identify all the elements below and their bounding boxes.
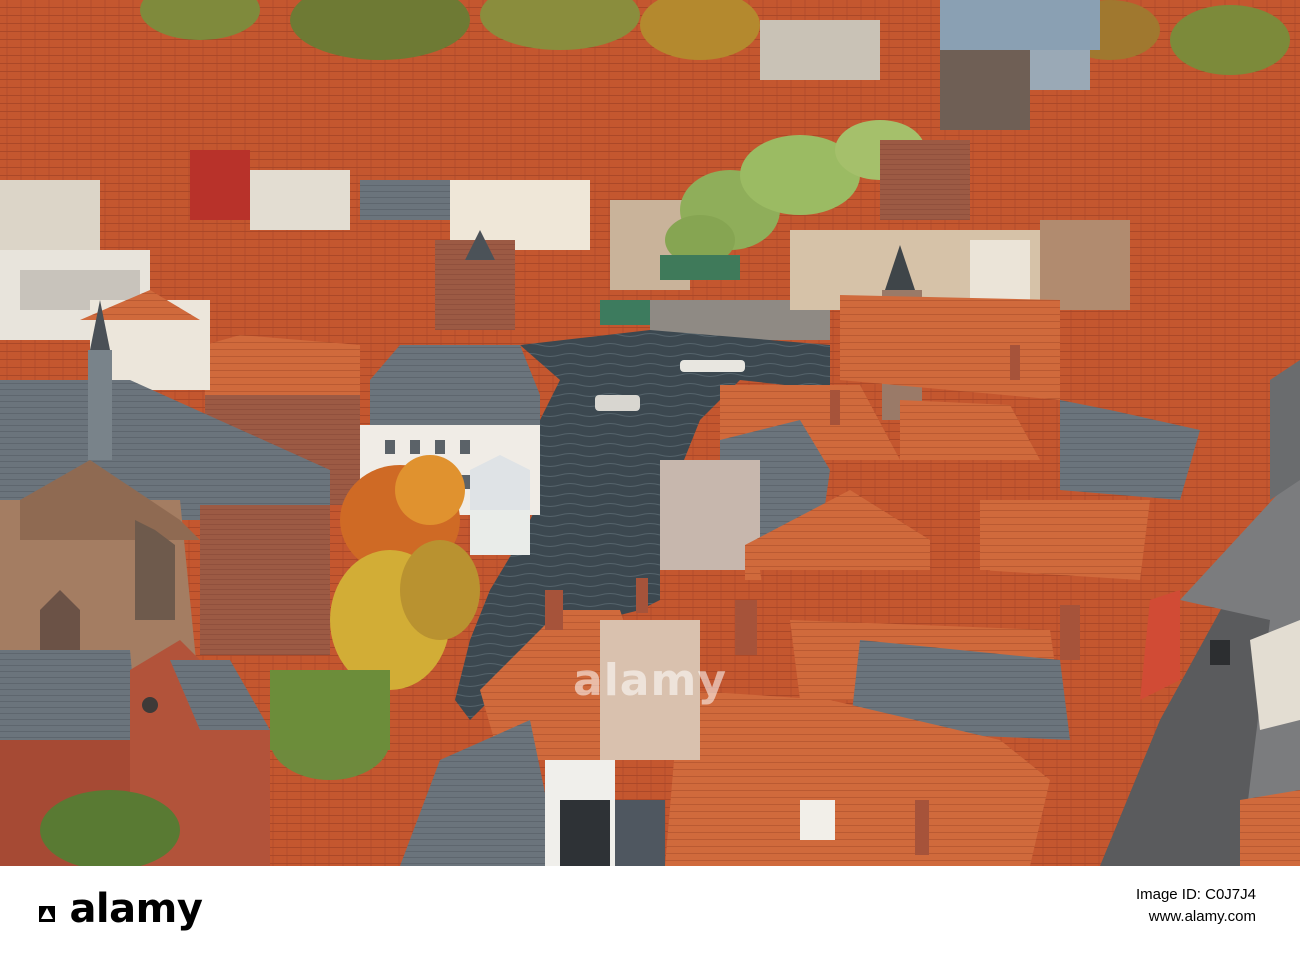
tour-boat-docked [595, 395, 640, 411]
footer-meta: Image ID: C0J7J4 www.alamy.com [1136, 884, 1256, 928]
site-url[interactable]: www.alamy.com [1136, 906, 1256, 928]
tour-boat [680, 360, 745, 372]
logo-mark-icon [38, 887, 56, 922]
alamy-logo[interactable]: alamy [38, 886, 203, 932]
aerial-town-scene [0, 0, 1300, 866]
logo-text: alamy [69, 886, 203, 932]
stock-footer: alamy Image ID: C0J7J4 www.alamy.com [0, 866, 1300, 956]
image-id: Image ID: C0J7J4 [1135, 886, 1256, 903]
stock-photo: alamy [0, 0, 1300, 866]
